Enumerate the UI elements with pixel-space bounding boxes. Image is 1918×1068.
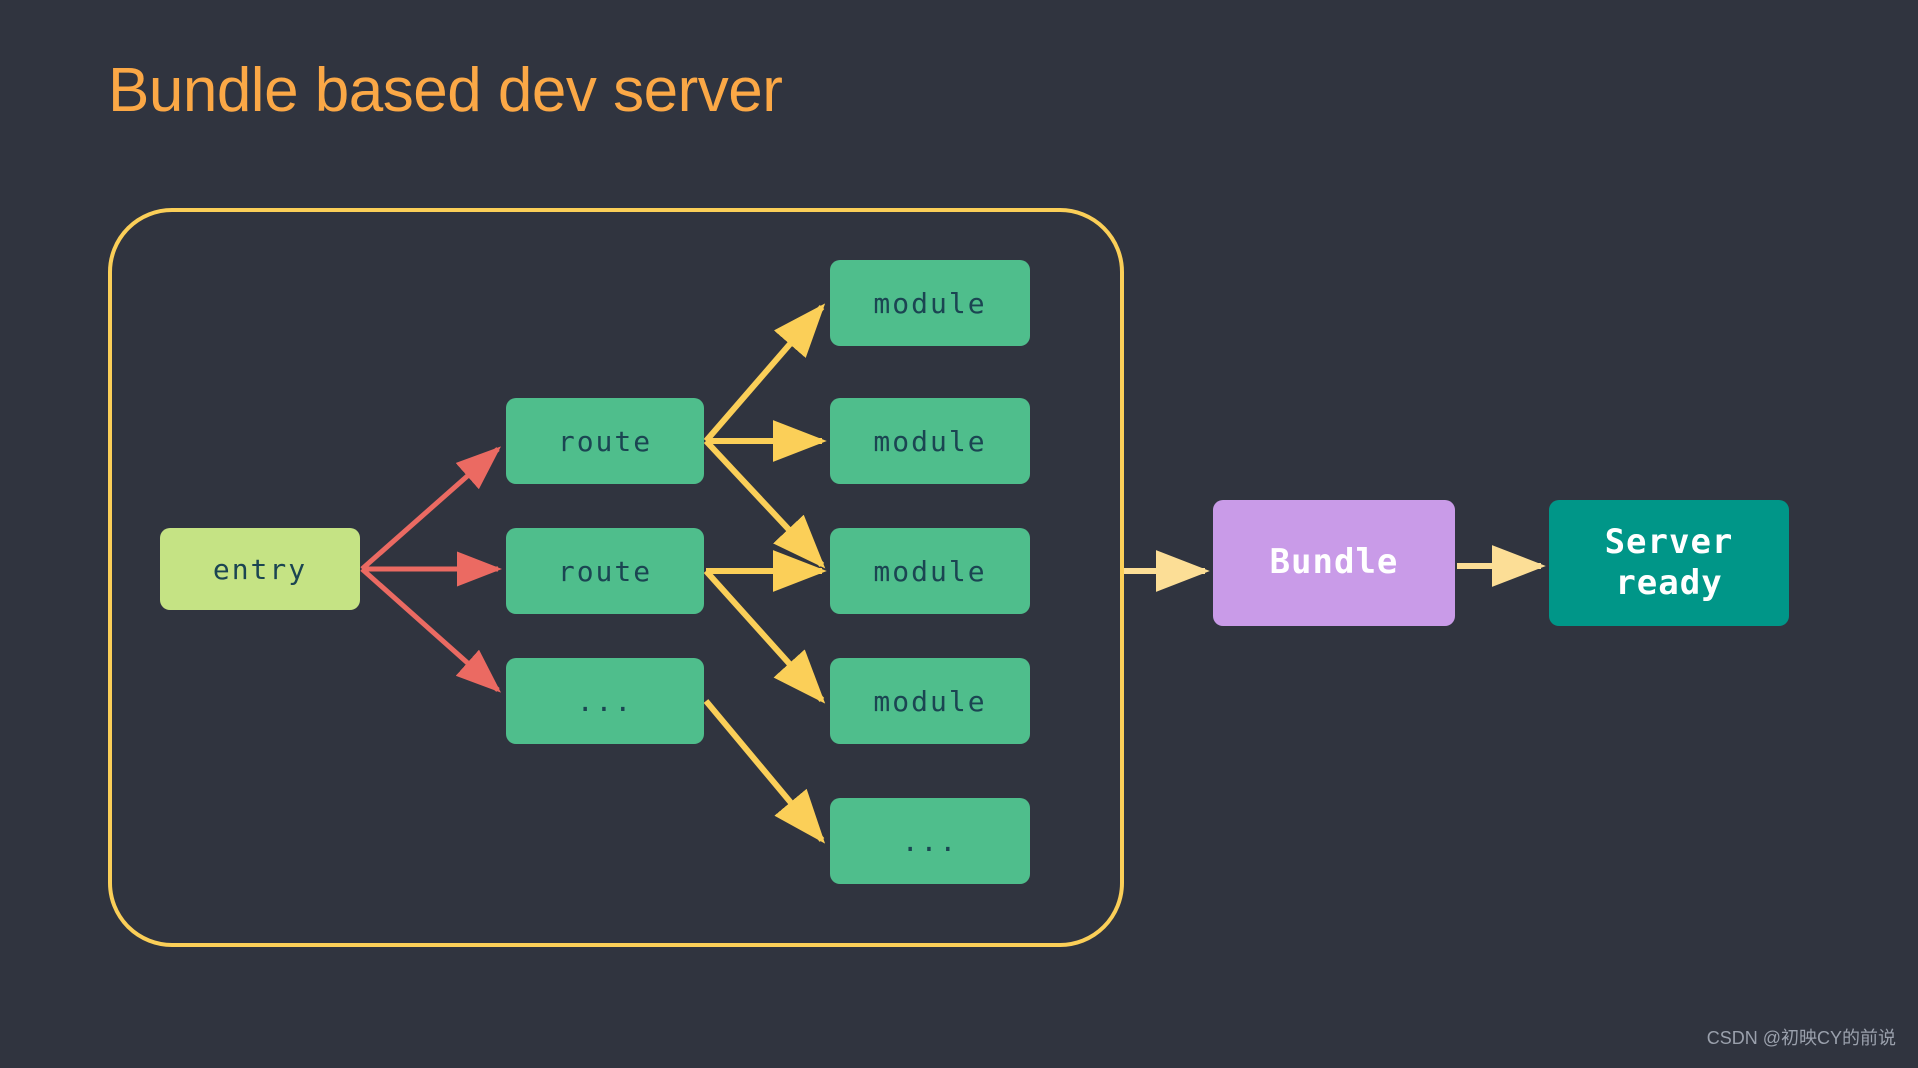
node-route-2-label: route bbox=[558, 555, 652, 588]
node-module-4-label: module bbox=[873, 685, 986, 718]
diagram-canvas: Bundle based dev server bbox=[0, 0, 1918, 1068]
node-route-2[interactable]: route bbox=[506, 528, 704, 614]
node-module-5-ellipsis[interactable]: ... bbox=[830, 798, 1030, 884]
node-module-3-label: module bbox=[873, 555, 986, 588]
watermark: CSDN @初映CY的前说 bbox=[1707, 1024, 1896, 1050]
node-module-3[interactable]: module bbox=[830, 528, 1030, 614]
edge-route1-to-module3 bbox=[706, 441, 822, 565]
node-module-5-label: ... bbox=[902, 825, 959, 858]
edge-entry-to-route-1 bbox=[362, 449, 498, 569]
node-entry-label: entry bbox=[213, 553, 307, 586]
node-server-ready-line-2: ready bbox=[1615, 563, 1722, 604]
node-bundle-label: Bundle bbox=[1270, 542, 1399, 583]
node-server-ready[interactable]: Server ready bbox=[1549, 500, 1789, 626]
node-module-1-label: module bbox=[873, 287, 986, 320]
node-module-2-label: module bbox=[873, 425, 986, 458]
edge-route3-to-module5 bbox=[706, 701, 822, 840]
node-entry[interactable]: entry bbox=[160, 528, 360, 610]
node-module-2[interactable]: module bbox=[830, 398, 1030, 484]
edge-route2-to-module4 bbox=[706, 571, 822, 700]
edge-entry-to-route-3 bbox=[362, 569, 498, 690]
node-module-1[interactable]: module bbox=[830, 260, 1030, 346]
node-route-3-label: ... bbox=[577, 685, 634, 718]
edge-route1-to-module1 bbox=[706, 307, 822, 441]
node-module-4[interactable]: module bbox=[830, 658, 1030, 744]
node-route-3-ellipsis[interactable]: ... bbox=[506, 658, 704, 744]
node-route-1[interactable]: route bbox=[506, 398, 704, 484]
node-bundle[interactable]: Bundle bbox=[1213, 500, 1455, 626]
node-server-ready-line-1: Server bbox=[1605, 522, 1734, 563]
node-route-1-label: route bbox=[558, 425, 652, 458]
